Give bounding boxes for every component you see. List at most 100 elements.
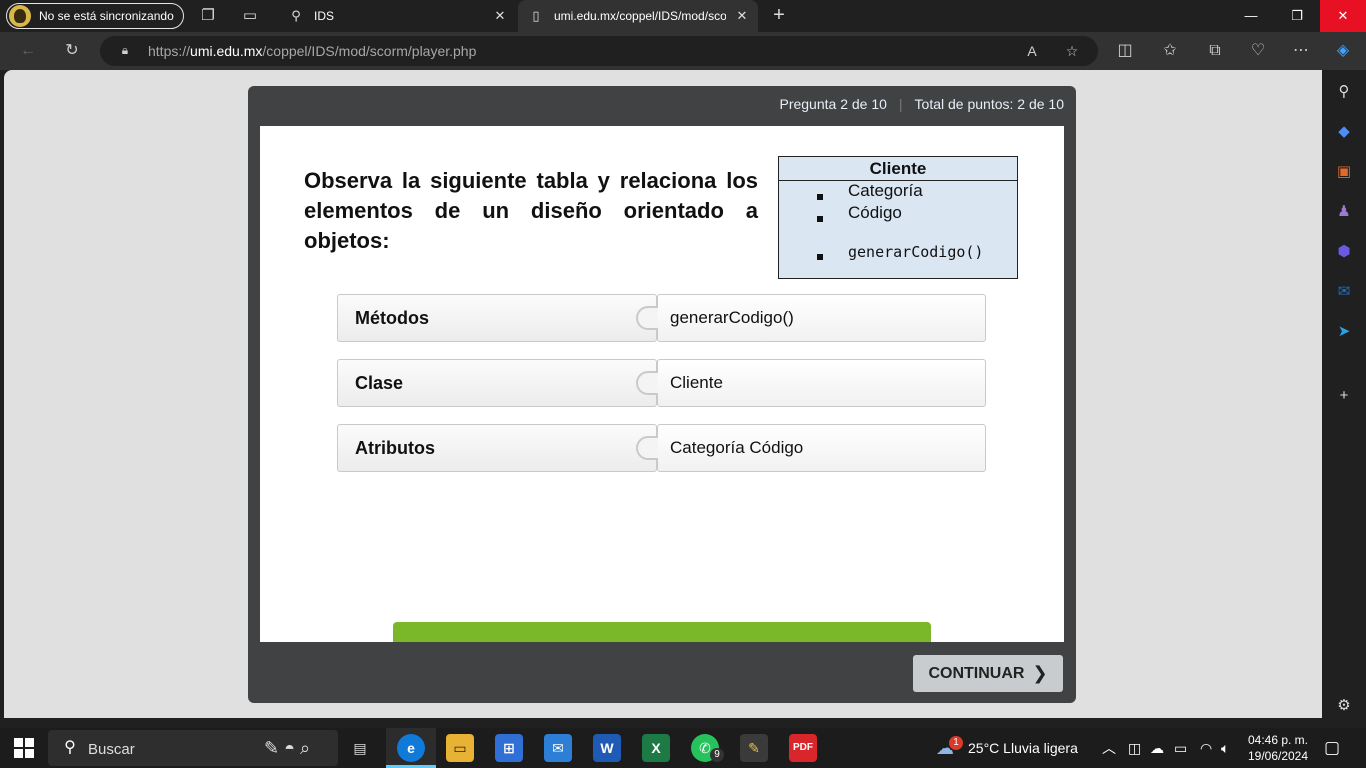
tab-player[interactable]: ▯ umi.edu.mx/coppel/IDS/mod/scorm/player… [518, 0, 758, 32]
scorm-player: Pregunta 2 de 10 | Total de puntos: 2 de… [248, 86, 1076, 703]
workspaces-icon[interactable]: ❐ [198, 6, 218, 26]
volume-icon[interactable]: 🔈︎ [1221, 728, 1229, 768]
pdf-app-icon[interactable]: PDF [789, 734, 817, 762]
puzzle-connector-icon [636, 306, 658, 330]
clock-date: 19/06/2024 [1247, 749, 1309, 763]
microsoft-365-icon[interactable]: ⬢ [1334, 242, 1354, 262]
continue-label: CONTINUAR [928, 664, 1025, 682]
page-favicon-icon: ▯ [532, 8, 540, 23]
add-sidebar-app-icon[interactable]: + [1334, 386, 1354, 406]
edge-app-icon[interactable]: e [397, 734, 425, 762]
browser-toolbar: ← ↻ 🔒︎ https://umi.edu.mx/coppel/IDS/mod… [0, 32, 1366, 70]
windows-start-icon[interactable] [14, 738, 34, 758]
tab-title: IDS [314, 9, 335, 23]
paint-icon[interactable]: ✎ [740, 734, 768, 762]
search-icon: ⚲ [64, 739, 76, 756]
bullet-icon [817, 194, 823, 200]
sidebar-settings-icon[interactable]: ⚙ [1334, 696, 1354, 716]
browser-tab-bar: No se está sincronizando ❐ ▭ ⚲ IDS ✕ ▯ u… [0, 0, 1366, 32]
shopping-icon[interactable]: ◆ [1334, 122, 1354, 142]
battery-icon[interactable]: ▭ [1174, 728, 1187, 768]
chevron-up-icon[interactable]: ︿ [1102, 728, 1116, 768]
split-screen-icon[interactable]: ◫ [1114, 40, 1136, 62]
profile-sync-label: No se está sincronizando [39, 9, 174, 23]
taskbar-search-label: Buscar [88, 741, 135, 758]
status-separator: | [898, 96, 903, 112]
windows-taskbar: ⚲ Buscar ✎ ◓ ⌕ ▤ e ▭ ⊞ ✉ W X ✆ 9 ✎ PDF ☁… [0, 728, 1366, 768]
total-points: Total de puntos: 2 de 10 [914, 96, 1064, 112]
match-row: Atributos Categoría Código [337, 424, 986, 472]
match-answer[interactable]: Cliente [657, 359, 986, 407]
system-clock[interactable]: 04:46 p. m. 19/06/2024 [1246, 732, 1310, 764]
store-icon[interactable]: ⊞ [495, 734, 523, 762]
close-tab-icon[interactable]: ✕ [734, 8, 750, 24]
tab-actions-icon[interactable]: ▭ [240, 6, 260, 26]
chevron-right-icon: ❯ [1032, 663, 1048, 683]
edge-sidebar: ⚲ ◆ ▣ ♟ ⬢ ✉ ➤ + ⚙ [1322, 70, 1366, 720]
quiz-slide: Observa la siguiente tabla y relaciona l… [260, 126, 1064, 642]
outlook-icon[interactable]: ✉ [1334, 282, 1354, 302]
search-icon[interactable]: ⚲ [1334, 82, 1354, 102]
weather-text[interactable]: 25°C Lluvia ligera [968, 728, 1078, 768]
task-view-icon[interactable]: ▤ [346, 734, 374, 762]
uml-method: generarCodigo() [848, 243, 984, 261]
wifi-icon[interactable]: ◠ [1200, 728, 1212, 768]
lock-icon[interactable]: 🔒︎ [118, 43, 132, 57]
send-icon[interactable]: ➤ [1334, 322, 1354, 342]
search-highlight-icon: ✎ ◓ ⌕ [264, 738, 311, 758]
mail-icon[interactable]: ✉ [544, 734, 572, 762]
read-aloud-icon[interactable]: A [1022, 41, 1042, 61]
bullet-icon [817, 216, 823, 222]
quiz-status: Pregunta 2 de 10 | Total de puntos: 2 de… [779, 96, 1064, 112]
close-window-icon[interactable]: ✕ [1320, 0, 1366, 32]
continue-button[interactable]: CONTINUAR ❯ [913, 655, 1063, 692]
excel-icon[interactable]: X [642, 734, 670, 762]
copilot-icon[interactable]: ◈ [1332, 40, 1354, 62]
back-icon[interactable]: ← [17, 40, 39, 62]
ids-favicon-icon: ⚲ [291, 8, 301, 23]
match-label: Atributos [337, 424, 657, 472]
games-icon[interactable]: ♟ [1334, 202, 1354, 222]
question-progress: Pregunta 2 de 10 [779, 96, 887, 112]
bullet-icon [817, 254, 823, 260]
url-text: https://umi.edu.mx/coppel/IDS/mod/scorm/… [148, 43, 477, 59]
close-tab-icon[interactable]: ✕ [492, 8, 508, 24]
match-row: Clase Cliente [337, 359, 986, 407]
whatsapp-badge: 9 [710, 748, 724, 762]
uml-attribute: Código [848, 203, 902, 222]
uml-class-table: Cliente Categoría Código generarCodigo() [778, 156, 1018, 279]
feedback-bar [393, 622, 931, 642]
puzzle-connector-icon [636, 371, 658, 395]
question-text: Observa la siguiente tabla y relaciona l… [304, 168, 758, 253]
tab-ids[interactable]: ⚲ IDS ✕ [280, 0, 516, 32]
performance-icon[interactable]: ♡ [1247, 40, 1269, 62]
uml-attribute: Categoría [848, 181, 923, 200]
file-explorer-icon[interactable]: ▭ [446, 734, 474, 762]
favorite-star-icon[interactable]: ☆ [1062, 41, 1082, 61]
avatar [9, 5, 31, 27]
match-row: Métodos generarCodigo() [337, 294, 986, 342]
word-icon[interactable]: W [593, 734, 621, 762]
match-label: Métodos [337, 294, 657, 342]
clock-time: 04:46 p. m. [1247, 733, 1309, 747]
onedrive-icon[interactable]: ☁ [1150, 728, 1164, 768]
puzzle-connector-icon [636, 436, 658, 460]
match-answer[interactable]: generarCodigo() [657, 294, 986, 342]
collections-icon[interactable]: ⧉ [1204, 40, 1226, 62]
new-tab-icon[interactable]: + [768, 4, 790, 26]
address-bar[interactable]: 🔒︎ https://umi.edu.mx/coppel/IDS/mod/sco… [100, 36, 1098, 66]
tab-title: umi.edu.mx/coppel/IDS/mod/scorm/player.p… [554, 9, 726, 23]
uml-class-name: Cliente [779, 157, 1017, 181]
match-answer[interactable]: Categoría Código [657, 424, 986, 472]
minimize-icon[interactable]: — [1228, 0, 1274, 32]
restore-icon[interactable]: ❐ [1274, 0, 1320, 32]
match-label: Clase [337, 359, 657, 407]
favorites-icon[interactable]: ✩ [1159, 40, 1181, 62]
notifications-icon[interactable]: ▢ [1324, 728, 1340, 768]
tools-icon[interactable]: ▣ [1334, 162, 1354, 182]
profile-button[interactable]: No se está sincronizando [6, 3, 184, 29]
taskbar-search[interactable]: ⚲ Buscar ✎ ◓ ⌕ [48, 730, 338, 766]
meet-now-icon[interactable]: ◫ [1128, 728, 1141, 768]
more-options-icon[interactable]: ⋯ [1290, 40, 1312, 62]
refresh-icon[interactable]: ↻ [61, 40, 83, 62]
